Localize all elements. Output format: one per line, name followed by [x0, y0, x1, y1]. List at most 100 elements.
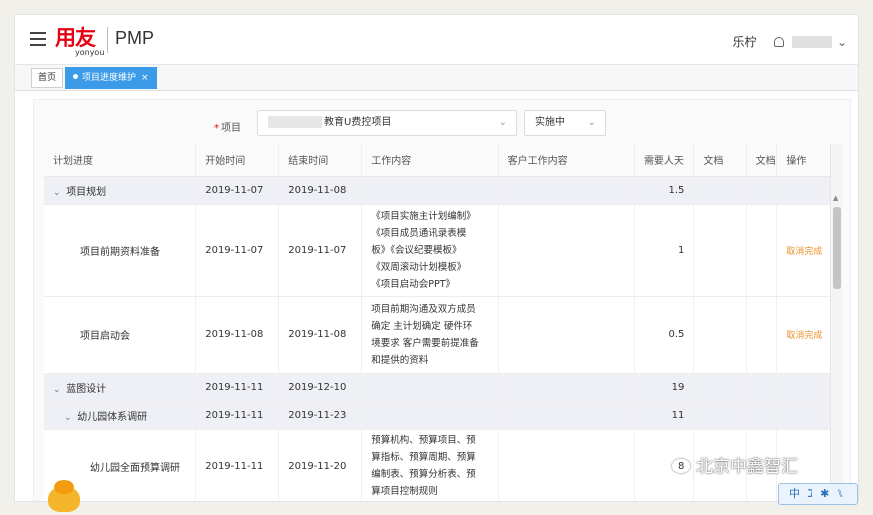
project-name-redacted — [268, 116, 322, 128]
doc-cell — [693, 373, 747, 402]
end-cell: 2019-11-08 — [278, 296, 363, 374]
doc-cell-2 — [746, 296, 778, 374]
work-line: 确定 主计划确定 硬件环 — [371, 320, 473, 332]
table-row[interactable]: ⌄ 项目规划 2019-11-07 2019-11-08 1.5 — [44, 176, 840, 205]
client-work-cell — [498, 401, 635, 430]
column-header-doc[interactable]: 文档 — [693, 144, 747, 177]
column-header-work[interactable]: 工作内容 — [361, 144, 499, 177]
plan-cell: 项目启动会 — [44, 296, 197, 374]
plan-cell: ⌄ 幼儿园体系调研 — [44, 401, 197, 430]
work-line: 《双周滚动计划模板》 — [371, 261, 467, 273]
status-select-value: 实施中 — [535, 117, 565, 128]
doc-cell — [693, 176, 747, 205]
doc-cell-2 — [746, 401, 778, 430]
table-header-row: 计划进度 开始时间 结束时间 工作内容 客户工作内容 需要人天 文档 文档 操作 — [44, 144, 840, 177]
column-header-days[interactable]: 需要人天 — [634, 144, 695, 177]
project-label-text: 项目 — [221, 123, 241, 134]
work-cell — [361, 176, 499, 205]
chevron-down-icon[interactable]: ⌄ — [53, 385, 63, 395]
start-cell: 2019-11-08 — [195, 296, 280, 374]
mascot-image — [44, 480, 84, 512]
column-header-client-work[interactable]: 客户工作内容 — [498, 144, 635, 177]
doc-cell-2 — [746, 204, 778, 297]
status-select[interactable]: 实施中 ⌄ — [524, 110, 606, 136]
logo-divider — [107, 27, 108, 53]
days-cell: 19 — [634, 373, 695, 402]
plan-cell: ⌄ 项目规划 — [44, 176, 197, 205]
start-cell: 2019-11-11 — [195, 373, 280, 402]
client-work-cell — [498, 204, 635, 297]
chevron-down-icon[interactable]: ⌄ — [53, 188, 63, 198]
doc-cell — [693, 296, 747, 374]
work-cell — [361, 373, 499, 402]
vertical-scrollbar[interactable]: ▲ — [830, 144, 842, 501]
work-cell — [361, 401, 499, 430]
active-dot-icon — [73, 74, 78, 79]
end-cell: 2019-11-23 — [278, 401, 363, 430]
tab-home[interactable]: 首页 — [31, 68, 64, 88]
end-cell: 2019-12-10 — [278, 373, 363, 402]
plan-name: 幼儿园体系调研 — [77, 411, 148, 423]
scrollbar-thumb[interactable] — [833, 207, 841, 289]
start-cell: 2019-11-11 — [195, 429, 280, 501]
work-line: 编制表、预算分析表、预 — [371, 469, 476, 480]
work-cell: 《项目实施主计划编制》 《项目成员通讯录表模 板》《会议纪要模板》 《双周滚动计… — [361, 204, 499, 297]
user-account-redacted — [792, 35, 833, 48]
column-header-start[interactable]: 开始时间 — [195, 144, 280, 177]
client-work-cell — [498, 296, 635, 374]
project-select-value: 教育U费控项目 — [324, 117, 392, 128]
end-cell: 2019-11-07 — [278, 204, 363, 297]
work-line: 项目前期沟通及双方成员 — [371, 303, 476, 315]
app-title: PMP — [115, 28, 155, 48]
plan-name: 项目规划 — [66, 186, 107, 198]
table-row[interactable]: 项目前期资料准备 2019-11-07 2019-11-07 《项目实施主计划编… — [44, 204, 840, 297]
menu-icon[interactable] — [30, 32, 46, 46]
wechat-icon — [672, 459, 690, 473]
ime-toolbar[interactable]: 中 ℷ ✱ ⑊ — [778, 483, 858, 505]
column-header-end[interactable]: 结束时间 — [278, 144, 363, 177]
project-select[interactable]: 教育U费控项目 ⌄ — [257, 110, 517, 136]
work-line: 算项目控制规则 — [371, 486, 438, 497]
tab-project-progress[interactable]: 项目进度维护 × — [65, 67, 157, 89]
scroll-up-icon[interactable]: ▲ — [833, 194, 838, 202]
work-line: 《项目实施主计划编制》 — [371, 210, 476, 222]
work-cell: 项目前期沟通及双方成员 确定 主计划确定 硬件环 境要求 客户需要前提准备 和提… — [361, 296, 499, 374]
watermark: 北京中鑫智汇 — [672, 452, 798, 477]
end-cell: 2019-11-08 — [278, 176, 363, 205]
column-header-plan[interactable]: 计划进度 — [44, 144, 197, 177]
client-work-cell — [498, 176, 635, 205]
main-content: * 项目 教育U费控项目 ⌄ 实施中 ⌄ 计划进度 开始时间 结束时间 工作内容 … — [33, 99, 851, 501]
table-row[interactable]: ⌄ 幼儿园体系调研 2019-11-11 2019-11-23 11 — [44, 401, 840, 430]
top-bar: 用友 yonyou PMP 乐柠 ⌄ — [15, 15, 858, 65]
required-mark: * — [214, 123, 219, 134]
chevron-down-icon: ⌄ — [587, 117, 596, 128]
doc-cell-2 — [746, 373, 778, 402]
work-cell: 预算机构、预算项目、预 算指标、预算周期、预算 编制表、预算分析表、预 算项目控… — [361, 429, 499, 501]
client-work-cell — [498, 373, 635, 402]
plan-name: 蓝图设计 — [66, 383, 107, 395]
app-window: 用友 yonyou PMP 乐柠 ⌄ 首页 项目进度维护 × * 项目 教育U费控项… — [14, 14, 859, 502]
project-label: * 项目 — [214, 119, 241, 134]
chevron-down-icon[interactable]: ⌄ — [64, 413, 74, 423]
table-row[interactable]: ⌄ 蓝图设计 2019-11-11 2019-12-10 19 — [44, 373, 840, 402]
work-line: 境要求 客户需要前提准备 — [371, 337, 479, 349]
user-display-name: 乐柠 — [732, 35, 757, 49]
close-icon[interactable]: × — [141, 73, 149, 83]
user-menu[interactable]: 乐柠 ⌄ — [732, 33, 849, 50]
work-line: 预算机构、预算项目、预 — [371, 435, 476, 446]
start-cell: 2019-11-07 — [195, 204, 280, 297]
work-line: 算指标、预算周期、预算 — [371, 452, 476, 463]
end-cell: 2019-11-20 — [278, 429, 363, 501]
work-line: 《项目成员通讯录表模 — [371, 227, 467, 239]
client-work-cell — [498, 429, 635, 501]
table-row[interactable]: 项目启动会 2019-11-08 2019-11-08 项目前期沟通及双方成员 … — [44, 296, 840, 374]
doc-cell — [693, 204, 747, 297]
chevron-down-icon: ⌄ — [498, 117, 507, 128]
doc-cell — [693, 401, 747, 430]
plan-cell: ⌄ 蓝图设计 — [44, 373, 197, 402]
watermark-text: 北京中鑫智汇 — [696, 457, 798, 477]
user-icon — [774, 36, 785, 47]
chevron-down-icon: ⌄ — [836, 34, 848, 49]
page-tab-bar: 首页 项目进度维护 × — [15, 65, 858, 91]
column-header-doc-2[interactable]: 文档 — [746, 144, 778, 177]
